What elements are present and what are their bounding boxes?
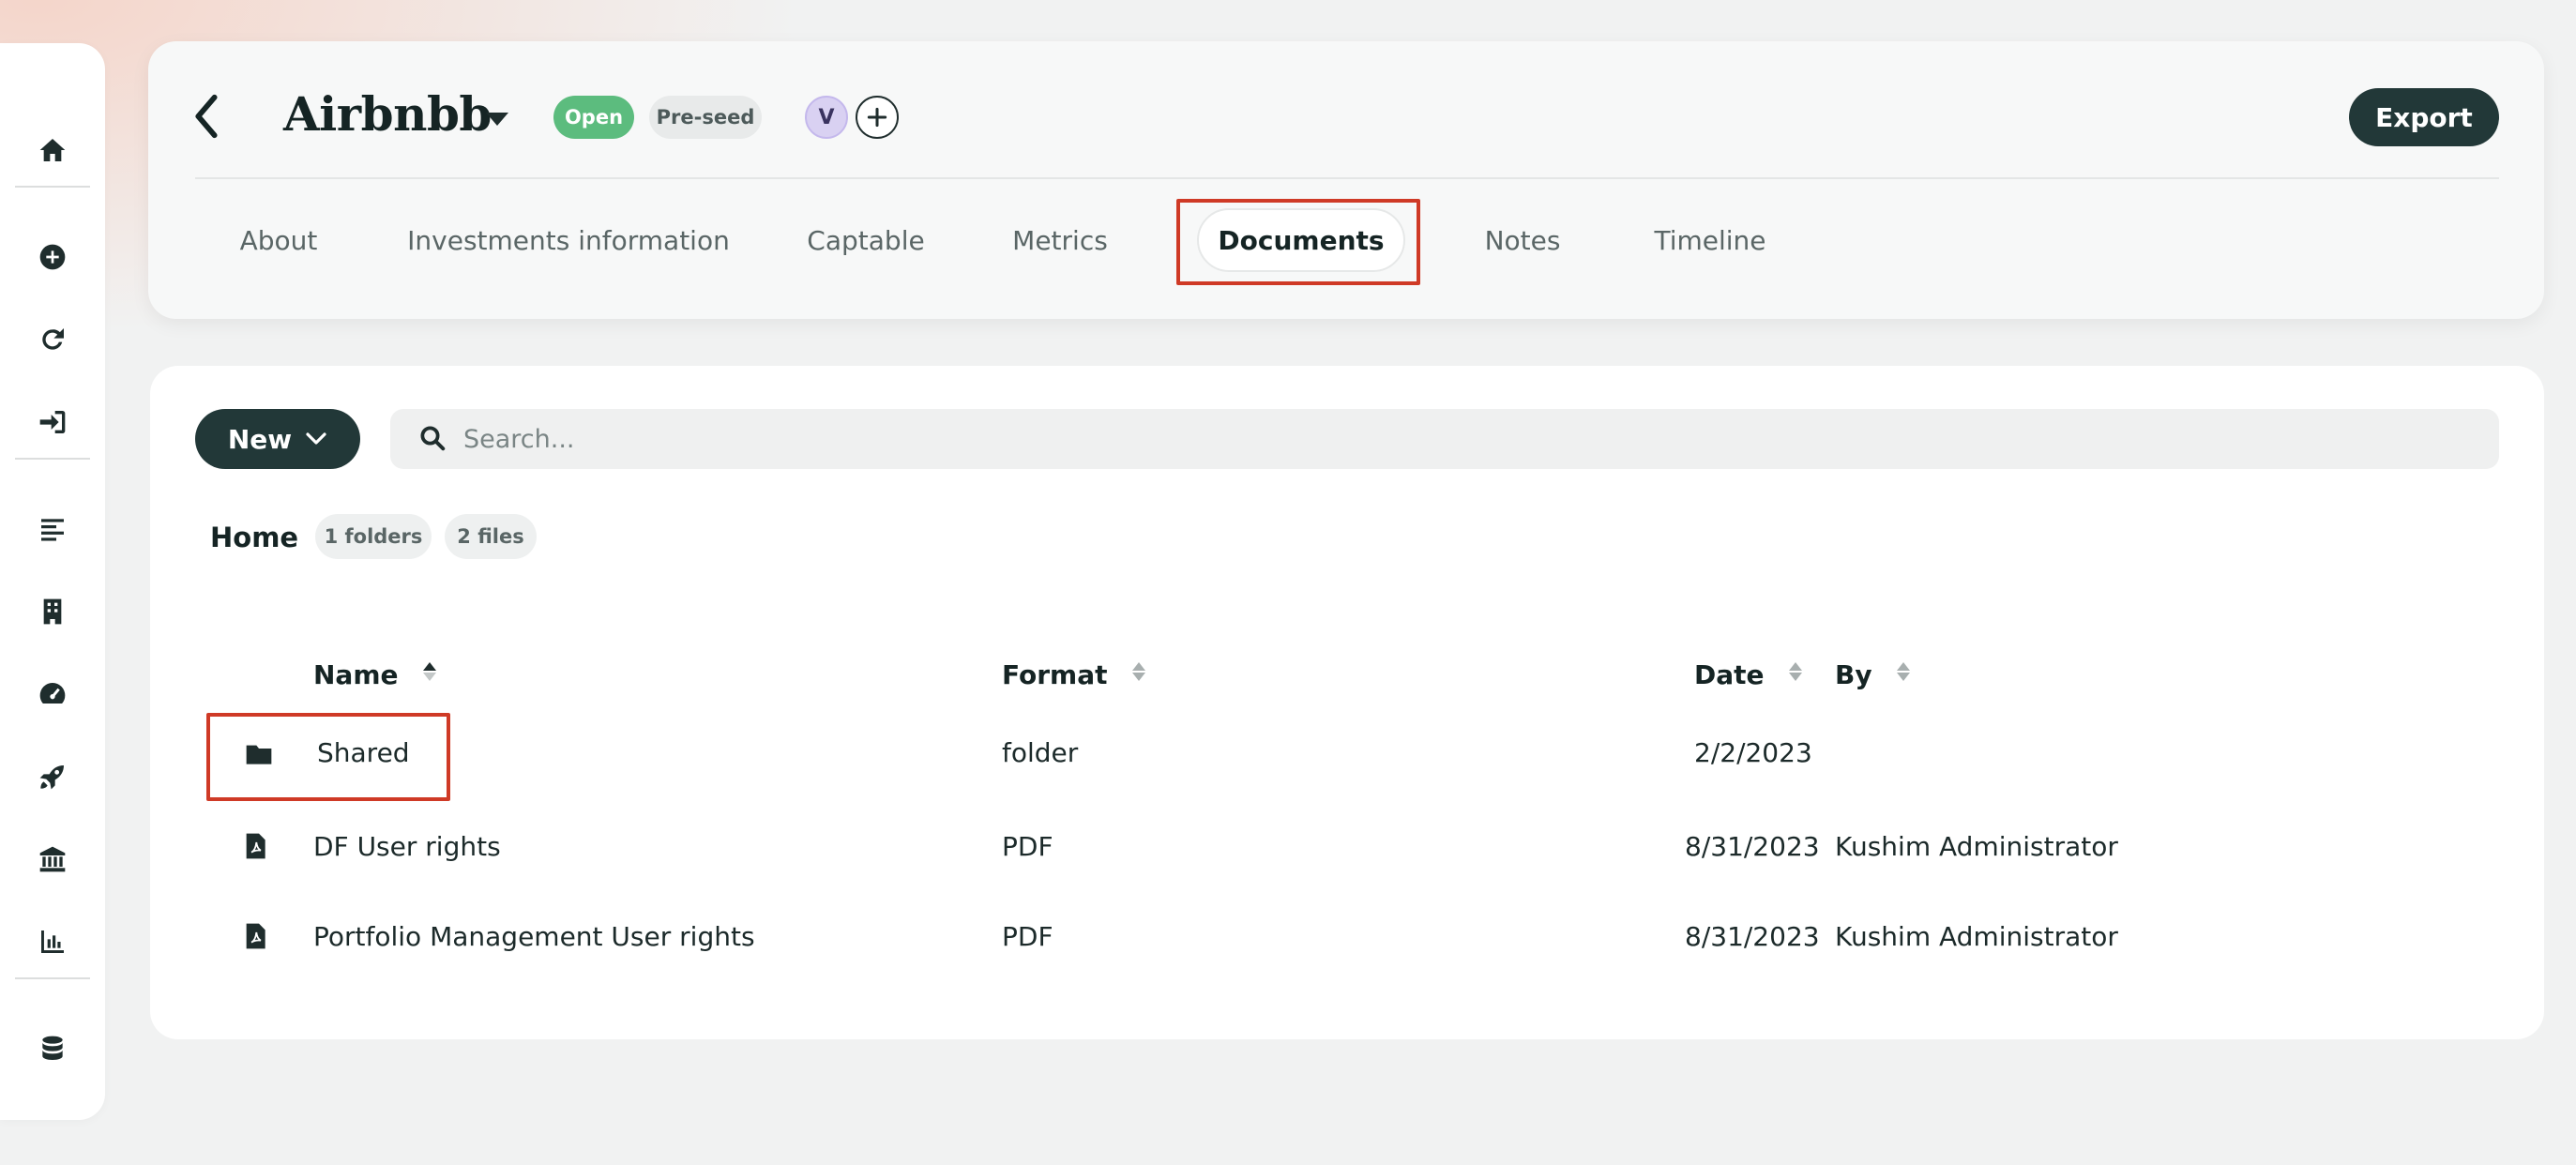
search-box [390,409,2499,469]
column-header-format[interactable]: Format [1002,658,1147,691]
sidebar-divider [15,186,90,188]
status-badge: Open [553,96,634,139]
sort-icon[interactable] [1130,658,1147,691]
avatar[interactable]: V [805,96,848,139]
tab-notes[interactable]: Notes [1462,208,1583,272]
folders-count-badge: 1 folders [315,514,432,559]
file-pdf-icon [240,921,272,953]
rocket-icon[interactable] [34,758,71,795]
plus-icon [867,107,887,128]
column-format-label: Format [1002,659,1108,690]
row-name[interactable]: Portfolio Management User rights [313,921,755,952]
files-count-badge: 2 files [445,514,537,559]
new-button[interactable]: New [195,409,360,469]
folder-icon [244,739,276,771]
gauge-icon[interactable] [34,675,71,713]
sidebar-divider [15,458,90,460]
company-header: Airbnbb Open Pre-seed V Export About Inv… [148,41,2544,319]
search-icon [418,424,448,454]
row-format: PDF [1002,921,1053,952]
sign-in-icon[interactable] [34,403,71,441]
chevron-down-icon [306,432,326,445]
documents-panel: New Home 1 folders 2 files Name Format D… [150,366,2544,1039]
column-date-label: Date [1694,659,1765,690]
building-icon[interactable] [34,593,71,630]
add-member-button[interactable] [856,96,899,139]
column-header-by[interactable]: By [1835,658,1912,691]
column-name-label: Name [313,659,399,690]
plus-circle-icon[interactable] [34,238,71,276]
export-button[interactable]: Export [2349,88,2499,146]
sidebar [0,43,105,1120]
file-pdf-icon [240,831,272,863]
row-date: 2/2/2023 [1694,737,1812,768]
refresh-icon[interactable] [34,321,71,358]
sidebar-divider [15,977,90,979]
column-header-name[interactable]: Name [313,658,438,691]
column-by-label: By [1835,659,1872,690]
sort-up-icon[interactable] [421,658,438,691]
row-date: 8/31/2023 [1685,831,1820,862]
company-name: Airbnbb [283,86,492,142]
row-by: Kushim Administrator [1835,921,2118,952]
row-name[interactable]: DF User rights [313,831,501,862]
row-format: PDF [1002,831,1053,862]
sort-icon[interactable] [1895,658,1912,691]
align-left-icon[interactable] [34,510,71,548]
caret-down-icon[interactable] [484,111,512,129]
header-divider [195,177,2499,179]
tab-timeline[interactable]: Timeline [1630,208,1790,272]
tab-documents[interactable]: Documents [1197,208,1405,272]
tab-investments-information[interactable]: Investments information [390,208,747,272]
bar-chart-icon[interactable] [34,923,71,961]
stage-badge: Pre-seed [649,96,762,139]
tab-metrics[interactable]: Metrics [985,208,1135,272]
home-icon[interactable] [34,131,71,169]
chevron-left-icon[interactable] [189,90,227,143]
sort-icon[interactable] [1787,658,1804,691]
row-date: 8/31/2023 [1685,921,1820,952]
new-button-label: New [227,423,293,455]
database-icon[interactable] [34,1030,71,1067]
tab-about[interactable]: About [206,208,351,272]
breadcrumb-home[interactable]: Home [210,522,298,553]
tab-captable[interactable]: Captable [786,208,946,272]
row-format: folder [1002,737,1079,768]
bank-icon[interactable] [34,840,71,878]
column-header-date[interactable]: Date [1694,658,1804,691]
search-input[interactable] [463,409,2433,469]
row-name[interactable]: Shared [317,737,410,768]
row-by: Kushim Administrator [1835,831,2118,862]
